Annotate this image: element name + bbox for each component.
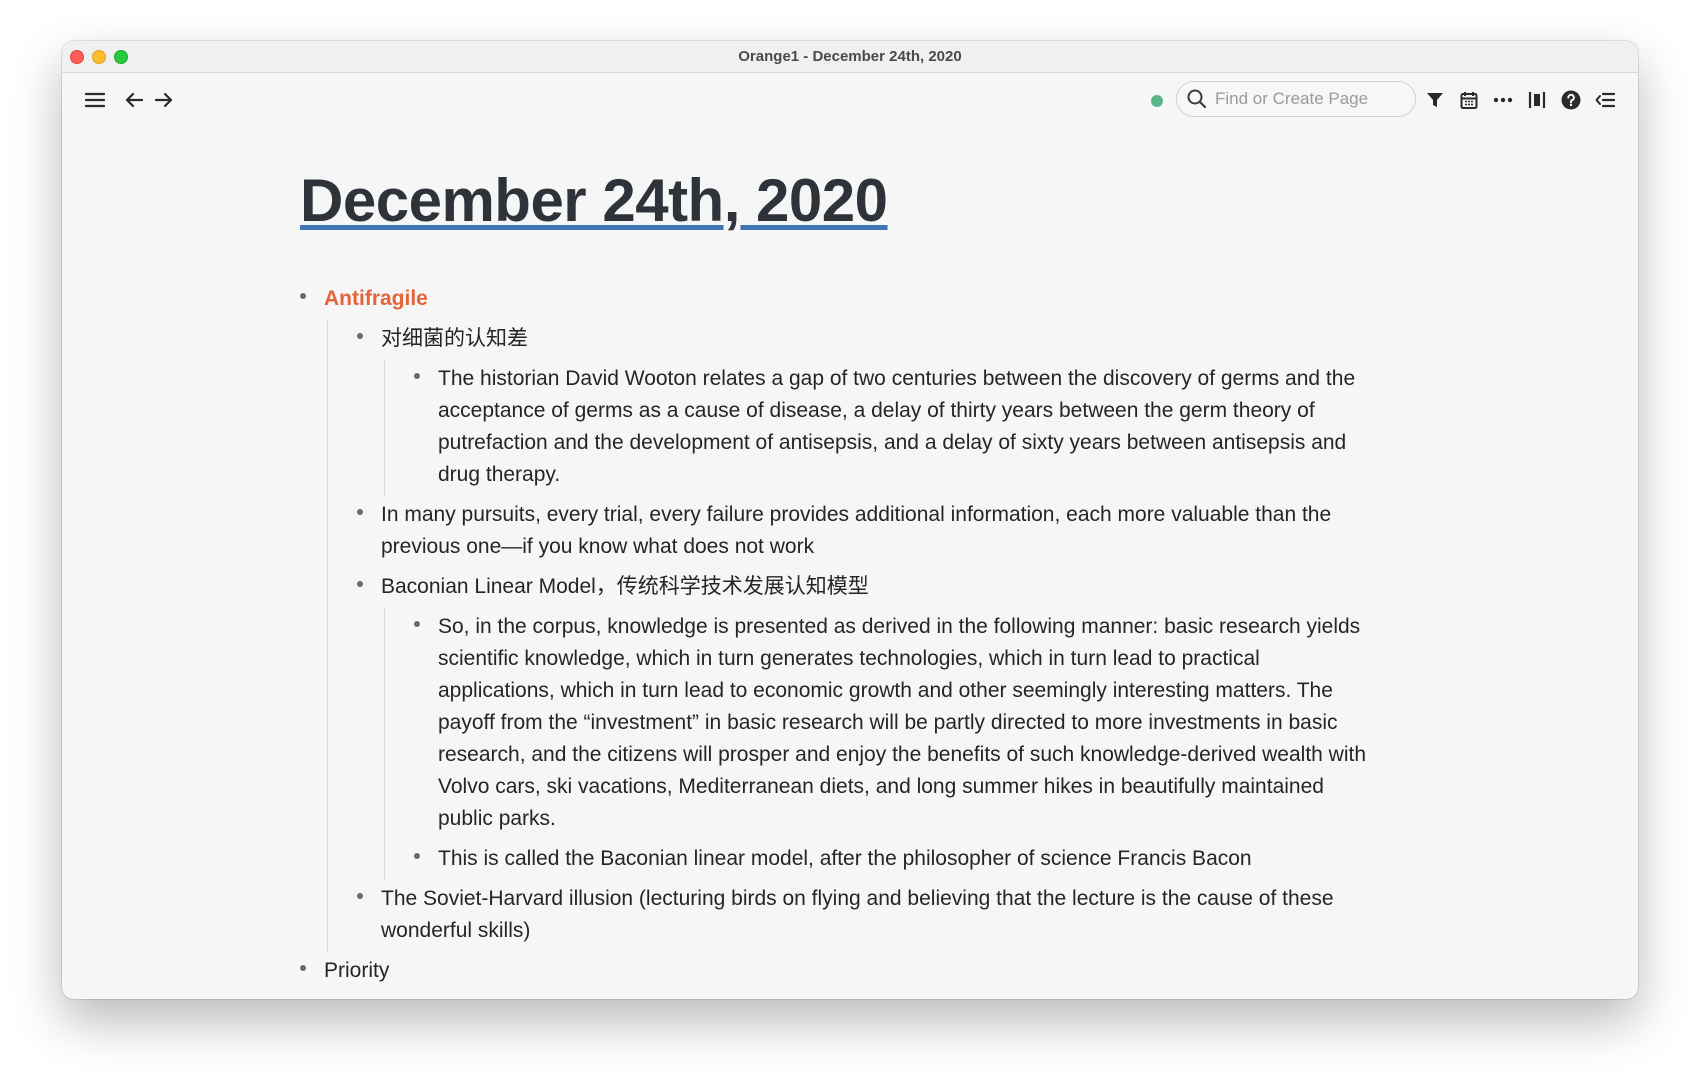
more-options-icon[interactable] — [1488, 85, 1518, 115]
block-bullet[interactable] — [357, 893, 363, 899]
block-text[interactable]: This is called the Baconian linear model… — [438, 839, 1380, 879]
search-field[interactable] — [1176, 81, 1416, 117]
block: Priority — [300, 951, 1380, 991]
sidebar-columns-icon[interactable] — [1522, 85, 1552, 115]
block-text[interactable]: Priority — [324, 951, 1380, 991]
menu-icon[interactable] — [80, 85, 110, 115]
block: Baconian Linear Model，传统科学技术发展认知模型 So, i… — [357, 567, 1380, 879]
block-bullet[interactable] — [300, 293, 306, 299]
forward-arrow-icon[interactable] — [149, 85, 179, 115]
block-text[interactable]: The Soviet-Harvard illusion (lecturing b… — [381, 879, 1380, 951]
page-title[interactable]: December 24th, 2020 — [300, 161, 888, 241]
block: So, in the corpus, knowledge is presente… — [414, 607, 1380, 839]
block: 对细菌的认知差 The historian David Wooton relat… — [357, 319, 1380, 495]
block: Antifragile 对细菌的认知差 The historian David … — [300, 279, 1380, 951]
block-list: Antifragile 对细菌的认知差 The historian David … — [300, 279, 1380, 991]
block-text[interactable]: The historian David Wooton relates a gap… — [438, 359, 1380, 495]
block-children: So, in the corpus, knowledge is presente… — [384, 607, 1380, 879]
block: In many pursuits, every trial, every fai… — [357, 495, 1380, 567]
page-content: December 24th, 2020 Antifragile 对细菌的认知差 … — [300, 161, 1380, 991]
block: This is called the Baconian linear model… — [414, 839, 1380, 879]
page-reference-link[interactable]: Antifragile — [324, 279, 1380, 319]
block-text[interactable]: In many pursuits, every trial, every fai… — [381, 495, 1380, 567]
window-title: Orange1 - December 24th, 2020 — [738, 48, 962, 65]
help-icon[interactable] — [1556, 85, 1586, 115]
block-text[interactable]: Baconian Linear Model，传统科学技术发展认知模型 — [381, 567, 1380, 607]
search-input[interactable] — [1215, 89, 1405, 109]
block-bullet[interactable] — [414, 853, 420, 859]
block-text[interactable]: So, in the corpus, knowledge is presente… — [438, 607, 1380, 839]
block-bullet[interactable] — [357, 581, 363, 587]
back-arrow-icon[interactable] — [119, 85, 149, 115]
block: The Soviet-Harvard illusion (lecturing b… — [357, 879, 1380, 951]
block-bullet[interactable] — [414, 621, 420, 627]
block-children: 对细菌的认知差 The historian David Wooton relat… — [327, 319, 1380, 951]
block-bullet[interactable] — [357, 333, 363, 339]
block-bullet[interactable] — [300, 965, 306, 971]
right-sidebar-toggle-icon[interactable] — [1590, 85, 1620, 115]
block-children: The historian David Wooton relates a gap… — [384, 359, 1380, 495]
title-bar[interactable]: Orange1 - December 24th, 2020 — [62, 41, 1638, 73]
app-window: Orange1 - December 24th, 2020 D — [62, 41, 1638, 999]
sync-status-dot — [1151, 95, 1163, 107]
filter-icon[interactable] — [1420, 85, 1450, 115]
block-bullet[interactable] — [414, 373, 420, 379]
block: The historian David Wooton relates a gap… — [414, 359, 1380, 495]
block-bullet[interactable] — [357, 509, 363, 515]
block-text[interactable]: 对细菌的认知差 — [381, 319, 1380, 359]
calendar-icon[interactable] — [1454, 85, 1484, 115]
search-icon — [1187, 89, 1207, 109]
